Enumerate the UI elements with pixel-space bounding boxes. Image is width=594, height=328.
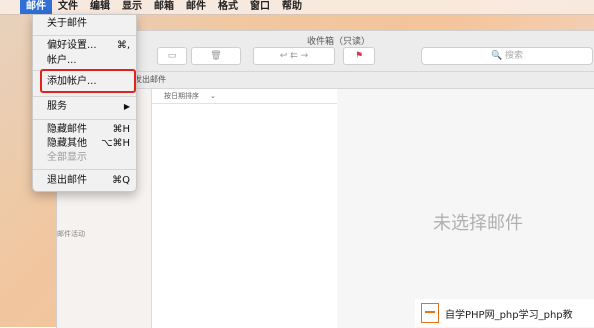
menu-file[interactable]: 文件 bbox=[52, 0, 84, 14]
watermark-text: 自学PHP网_php学习_php教 bbox=[445, 309, 573, 321]
menu-hide-mail-shortcut: ⌘H bbox=[112, 124, 130, 135]
sidebar-mail-activity: 邮件活动 bbox=[57, 230, 85, 238]
menu-hide-mail[interactable]: 隐藏邮件 bbox=[47, 123, 87, 137]
menu-about-mail[interactable]: 关于邮件 bbox=[47, 17, 87, 31]
watermark-logo-icon bbox=[421, 303, 439, 323]
no-selection-text: 未选择邮件 bbox=[433, 213, 523, 234]
flag-icon: ⚑ bbox=[354, 51, 364, 61]
search-placeholder: 搜索 bbox=[505, 51, 524, 61]
menu-preferences-shortcut: ⌘, bbox=[116, 40, 130, 51]
menu-show-all: 全部显示 bbox=[47, 152, 87, 163]
menu-quit-shortcut: ⌘Q bbox=[112, 175, 130, 186]
search-field[interactable]: 🔍 搜索 bbox=[421, 47, 593, 65]
menu-mailbox[interactable]: 邮箱 bbox=[148, 0, 180, 14]
menu-separator bbox=[33, 35, 136, 36]
search-icon: 🔍 bbox=[490, 51, 503, 61]
highlight-annotation bbox=[40, 69, 136, 93]
delete-button[interactable]: 🗑 bbox=[191, 47, 241, 65]
menu-bar: 邮件 文件 编辑 显示 邮箱 邮件 格式 窗口 帮助 bbox=[0, 0, 594, 15]
reply-icon: ↩ ⇇ → bbox=[279, 51, 309, 61]
reply-buttons[interactable]: ↩ ⇇ → bbox=[253, 47, 335, 65]
message-list[interactable]: 按日期排序 ⌄ bbox=[151, 89, 338, 328]
menu-hide-others[interactable]: 隐藏其他 bbox=[47, 137, 87, 151]
window-title: 收件箱（只读） bbox=[307, 37, 371, 47]
trash-icon: 🗑 bbox=[210, 51, 222, 61]
menu-format[interactable]: 格式 bbox=[212, 0, 244, 14]
archive-icon: ▭ bbox=[167, 51, 177, 61]
watermark: 自学PHP网_php学习_php教 bbox=[415, 299, 594, 327]
mail-menu-dropdown: 关于邮件 偏好设置... ⌘, 帐户... 添加帐户... 服务 ▶ 隐藏邮件 … bbox=[32, 14, 137, 192]
archive-button[interactable]: ▭ bbox=[157, 47, 187, 65]
menu-window[interactable]: 窗口 bbox=[244, 0, 276, 14]
menu-separator bbox=[33, 169, 136, 170]
preview-pane: 未选择邮件 bbox=[337, 89, 594, 328]
menu-quit-mail[interactable]: 退出邮件 bbox=[47, 174, 87, 188]
menu-services[interactable]: 服务 bbox=[47, 100, 67, 114]
flag-button[interactable]: ⚑ bbox=[343, 47, 375, 65]
submenu-arrow-icon: ▶ bbox=[123, 102, 130, 111]
menu-view[interactable]: 显示 bbox=[116, 0, 148, 14]
menu-hide-others-shortcut: ⌥⌘H bbox=[100, 138, 130, 149]
menu-accounts[interactable]: 帐户... bbox=[47, 54, 77, 68]
menu-separator bbox=[33, 96, 136, 97]
sort-header[interactable]: 按日期排序 ⌄ bbox=[152, 89, 337, 104]
menu-preferences[interactable]: 偏好设置... bbox=[47, 39, 97, 53]
menu-separator bbox=[33, 119, 136, 120]
menu-help[interactable]: 帮助 bbox=[276, 0, 308, 14]
sort-label[interactable]: 按日期排序 bbox=[164, 89, 199, 103]
chevron-down-icon: ⌄ bbox=[210, 92, 216, 100]
menu-message[interactable]: 邮件 bbox=[180, 0, 212, 14]
window-toolbar: 收件箱（只读） ▭ 🗑 ↩ ⇇ → ⚑ 🔍 搜索 bbox=[57, 31, 594, 72]
menu-mail[interactable]: 邮件 bbox=[20, 0, 52, 14]
favorites-bar: 已发出邮件 bbox=[57, 72, 594, 89]
menu-edit[interactable]: 编辑 bbox=[84, 0, 116, 14]
